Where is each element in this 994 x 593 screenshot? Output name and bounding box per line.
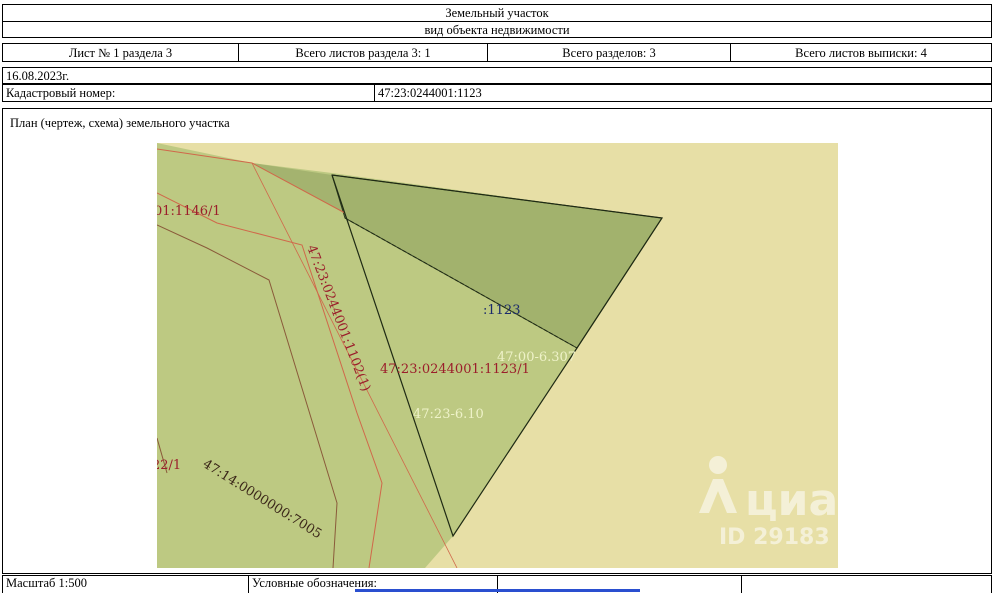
legend-sample-line [355,589,640,592]
cadastral-label: Кадастровый номер: [2,84,375,102]
total-sections: Всего разделов: 3 [487,43,731,62]
parcel-map: 01:1146/1 47:23:0244001:1102(1) :1123 47… [157,143,838,568]
watermark-brand: циан [745,475,838,526]
total-sheets-extract: Всего листов выписки: 4 [730,43,992,62]
object-type-title: Земельный участок [2,4,992,22]
label-parcel-1146: 01:1146/1 [157,204,221,219]
object-type-subtitle: вид объекта недвижимости [2,21,992,38]
legend-cell-2 [741,575,992,593]
scale-cell: Масштаб 1:500 [2,575,249,593]
label-short-1123: :1123 [483,303,520,318]
label-zone-610: 47:23-6.10 [413,407,484,422]
plan-title: План (чертеж, схема) земельного участка [2,108,992,137]
sheet-number: Лист № 1 раздела 3 [2,43,239,62]
total-sheets-section: Всего листов раздела 3: 1 [238,43,488,62]
watermark-id: ID 29183 [719,525,830,550]
extract-date: 16.08.2023г. [2,67,992,84]
label-parcel-22: 22/1 [157,458,181,473]
cadastral-number: 47:23:0244001:1123 [374,84,992,102]
label-parcel-1123: 47:23:0244001:1123/1 [380,362,530,377]
